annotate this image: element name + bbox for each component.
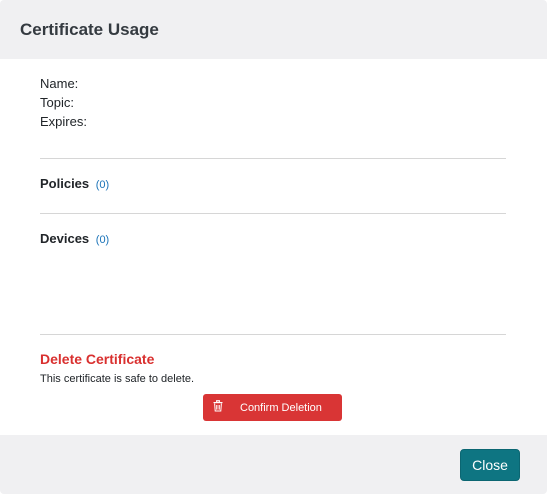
divider (40, 213, 506, 214)
modal-title: Certificate Usage (20, 19, 159, 39)
certificate-info: Name: Topic: Expires: (40, 74, 87, 131)
modal-footer: Close (0, 435, 547, 494)
close-button[interactable]: Close (460, 449, 520, 481)
topic-label: Topic: (40, 95, 74, 110)
modal-header: Certificate Usage (0, 0, 547, 59)
divider (40, 158, 506, 159)
policies-section: Policies (0) (40, 175, 109, 194)
devices-count: (0) (95, 234, 110, 246)
trash-icon (212, 399, 224, 412)
name-label: Name: (40, 76, 79, 91)
confirm-deletion-label: Confirm Deletion (240, 401, 322, 414)
devices-label: Devices (40, 231, 90, 246)
expires-label: Expires: (40, 114, 87, 129)
delete-certificate-title: Delete Certificate (40, 351, 155, 367)
delete-certificate-description: This certificate is safe to delete. (40, 373, 195, 385)
certificate-usage-modal: Certificate Usage Name: Topic: Expires: … (0, 0, 547, 494)
policies-count: (0) (95, 179, 110, 191)
policies-label: Policies (40, 176, 90, 191)
confirm-deletion-button[interactable]: Confirm Deletion (203, 394, 342, 421)
divider (40, 334, 506, 335)
modal-body: Name: Topic: Expires: Policies (0) Devic… (0, 59, 547, 435)
devices-section: Devices (0) (40, 230, 109, 249)
